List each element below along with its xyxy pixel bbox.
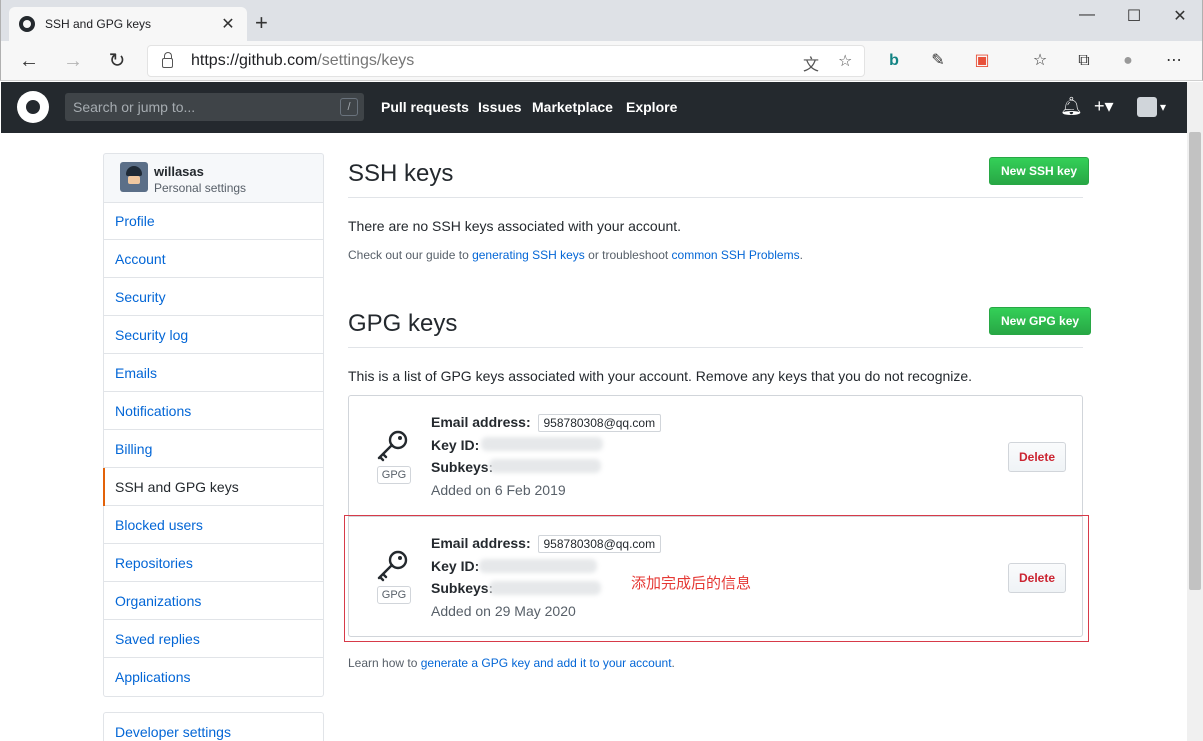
search-shortcut-badge: / (340, 98, 358, 116)
github-logo-icon[interactable] (17, 91, 49, 123)
gpg-footer-text: Learn how to generate a GPG key and add … (348, 656, 675, 670)
minimize-icon[interactable]: — (1072, 6, 1102, 24)
extension-icon[interactable]: ▣ (971, 51, 993, 71)
back-icon[interactable]: ← (15, 47, 43, 75)
gpg-footer-suffix: . (671, 656, 675, 670)
star-icon[interactable]: ☆ (838, 51, 852, 71)
refresh-icon[interactable]: ↻ (103, 47, 131, 75)
url-path: /settings/keys (317, 52, 415, 69)
maximize-icon[interactable]: ☐ (1119, 6, 1149, 26)
settings-sidebar-menu: Profile Account Security Security log Em… (103, 202, 324, 697)
sidebar-item-blocked-users[interactable]: Blocked users (104, 506, 323, 544)
redacted-key-id (481, 437, 603, 451)
sidebar-item-account[interactable]: Account (104, 240, 323, 278)
redacted-subkeys (489, 459, 601, 473)
ssh-empty-text: There are no SSH keys associated with yo… (348, 218, 682, 234)
avatar (120, 162, 148, 192)
sidebar-username: willasas (154, 164, 204, 179)
sidebar-item-organizations[interactable]: Organizations (104, 582, 323, 620)
ssh-keys-title: SSH keys (348, 160, 454, 187)
sidebar-item-applications[interactable]: Applications (104, 658, 323, 696)
key-id-label: Key ID: (431, 437, 480, 453)
email-address-row: Email address: 958780308@qq.com (431, 414, 662, 432)
key-added-date: Added on 6 Feb 2019 (431, 482, 566, 498)
avatar-dropdown-caret-icon[interactable]: ▾ (1160, 100, 1166, 114)
gpg-footer-prefix: Learn how to (348, 656, 421, 670)
nav-issues[interactable]: Issues (478, 99, 522, 115)
email-address-label: Email address: (431, 414, 531, 430)
forward-icon[interactable]: → (59, 47, 87, 75)
ssh-section-divider (348, 197, 1083, 198)
nav-explore[interactable]: Explore (626, 99, 677, 115)
favorites-icon[interactable]: ☆ (1029, 51, 1051, 71)
email-address-value: 958780308@qq.com (537, 414, 662, 432)
scrollbar-thumb[interactable] (1189, 132, 1201, 590)
create-new-plus-icon[interactable]: +▾ (1094, 96, 1114, 117)
ssh-guide-prefix: Check out our guide to (348, 248, 473, 262)
new-ssh-key-button[interactable]: New SSH key (989, 157, 1090, 185)
ssh-guide-mid: or troubleshoot (584, 248, 672, 262)
sidebar-item-profile[interactable]: Profile (104, 202, 323, 240)
gpg-intro-text: This is a list of GPG keys associated wi… (348, 368, 973, 384)
new-tab-icon[interactable]: + (255, 12, 268, 34)
search-placeholder: Search or jump to... (73, 99, 196, 115)
key-icon (377, 430, 408, 462)
generate-gpg-key-link[interactable]: generate a GPG key and add it to your ac… (421, 656, 672, 670)
delete-gpg-key-button[interactable]: Delete (1008, 442, 1066, 472)
browser-tab[interactable]: SSH and GPG keys ✕ (9, 7, 247, 41)
tab-title: SSH and GPG keys (45, 17, 152, 31)
annotation-text: 添加完成后的信息 (631, 575, 752, 592)
gpg-keys-title: GPG keys (348, 310, 458, 337)
collections-icon[interactable]: ⧉ (1073, 51, 1095, 71)
sidebar-subtitle: Personal settings (154, 181, 247, 195)
sidebar-item-saved-replies[interactable]: Saved replies (104, 620, 323, 658)
gpg-key-row: GPG Email address: 958780308@qq.com Key … (349, 396, 1082, 516)
browser-titlebar: SSH and GPG keys ✕ + — ☐ ✕ (0, 0, 1203, 41)
ssh-guide-suffix: . (799, 248, 803, 262)
subkeys-label: Subkeys: (431, 459, 494, 475)
github-header: Search or jump to... / Pull requests Iss… (1, 82, 1187, 133)
new-gpg-key-button[interactable]: New GPG key (989, 307, 1092, 335)
close-window-icon[interactable]: ✕ (1165, 6, 1195, 26)
sidebar-item-emails[interactable]: Emails (104, 354, 323, 392)
gpg-badge: GPG (377, 466, 411, 484)
sidebar-item-repositories[interactable]: Repositories (104, 544, 323, 582)
sidebar-item-billing[interactable]: Billing (104, 430, 323, 468)
bing-icon[interactable]: b (883, 51, 905, 71)
sidebar-item-notifications[interactable]: Notifications (104, 392, 323, 430)
generating-ssh-keys-link[interactable]: generating SSH keys (472, 248, 585, 262)
user-avatar-menu[interactable] (1137, 97, 1157, 117)
ssh-guide-text: Check out our guide to generating SSH ke… (348, 248, 803, 262)
sidebar-item-security[interactable]: Security (104, 278, 323, 316)
sidebar-item-ssh-gpg-keys[interactable]: SSH and GPG keys (103, 468, 323, 506)
url-host: https://github.com (191, 52, 318, 69)
sidebar-user-header[interactable]: willasas Personal settings (103, 153, 324, 203)
nav-pull-requests[interactable]: Pull requests (381, 99, 469, 115)
notifications-bell-icon[interactable]: 🔔︎ (1060, 96, 1083, 117)
sidebar-item-security-log[interactable]: Security log (104, 316, 323, 354)
more-icon[interactable]: ⋯ (1163, 51, 1185, 71)
search-input[interactable]: Search or jump to... / (65, 93, 364, 121)
browser-toolbar: ← → ↻ https://github.com/settings/keys 文… (0, 41, 1203, 81)
lock-icon (162, 52, 173, 68)
gpg-section-divider (348, 347, 1083, 348)
tab-close-icon[interactable]: ✕ (219, 14, 237, 34)
profile-icon[interactable]: ● (1117, 51, 1139, 71)
address-bar[interactable]: https://github.com/settings/keys 文 ☆ (147, 45, 865, 77)
translate-icon[interactable]: 文 (803, 51, 819, 75)
common-ssh-problems-link[interactable]: common SSH Problems (672, 248, 800, 262)
sidebar-item-developer-settings[interactable]: Developer settings (103, 712, 324, 741)
github-favicon-icon (19, 16, 35, 32)
nav-marketplace[interactable]: Marketplace (532, 99, 613, 115)
pin-icon[interactable]: ✎ (927, 51, 949, 71)
